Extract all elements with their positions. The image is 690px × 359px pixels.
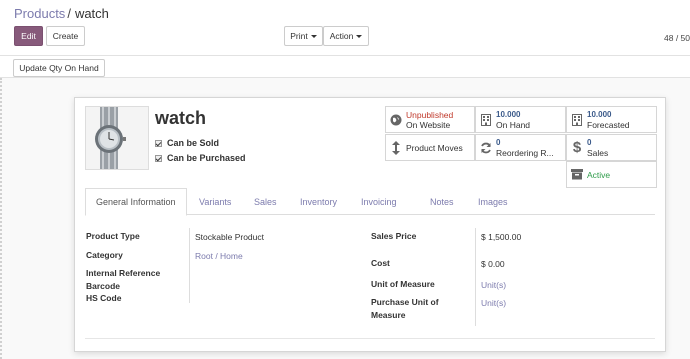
action-dropdown[interactable]: Action — [323, 26, 369, 46]
product-image[interactable] — [85, 106, 149, 170]
form-sheet: watch Can be Sold Can be Purchased Unpub… — [74, 97, 666, 352]
dollar-icon: $ — [572, 139, 582, 156]
field-divider — [475, 228, 476, 326]
reordering-value: 0 — [496, 137, 501, 147]
hs-code-label: HS Code — [86, 293, 122, 303]
purchase-uom-label-line2: Measure — [371, 310, 406, 320]
action-label: Action — [329, 31, 354, 41]
tab-invoicing[interactable]: Invoicing — [351, 188, 407, 215]
website-status: Unpublished — [406, 109, 454, 120]
product-type-value[interactable]: Stockable Product — [195, 232, 264, 242]
update-qty-button[interactable]: Update Qty On Hand — [13, 59, 105, 77]
product-moves-smart-button[interactable]: Product Moves — [385, 134, 475, 161]
forecasted-smart-button[interactable]: 10.000 Forecasted — [566, 106, 657, 133]
globe-icon — [386, 114, 406, 126]
purchase-uom-link[interactable]: Unit(s) — [481, 298, 506, 308]
section-divider — [85, 338, 655, 339]
caret-down-icon — [356, 34, 363, 38]
print-dropdown[interactable]: Print — [284, 26, 323, 46]
vertical-arrows-icon — [386, 140, 406, 155]
uom-label: Unit of Measure — [371, 279, 435, 289]
product-type-label: Product Type — [86, 231, 140, 241]
cost-value[interactable]: $ 0.00 — [481, 259, 505, 269]
can-be-purchased-checkbox[interactable] — [155, 154, 162, 162]
notebook-tabs: General Information Variants Sales Inven… — [85, 188, 655, 216]
tab-notes[interactable]: Notes — [420, 188, 464, 215]
uom-link[interactable]: Unit(s) — [481, 280, 506, 290]
active-toggle-button[interactable]: Active — [566, 161, 657, 188]
refresh-icon — [476, 142, 496, 154]
sales-price-value[interactable]: $ 1,500.00 — [481, 232, 521, 242]
reordering-smart-button[interactable]: 0 Reordering R... — [475, 134, 566, 161]
forecasted-value: 10.000 — [587, 109, 612, 119]
sales-value: 0 — [587, 137, 592, 147]
sales-label: Sales — [587, 147, 609, 158]
category-link[interactable]: Root / Home — [195, 251, 243, 261]
pager-value[interactable]: 48 / 50 — [664, 33, 690, 43]
product-moves-label: Product Moves — [406, 142, 463, 153]
can-be-sold-checkbox[interactable] — [155, 139, 162, 147]
archive-icon — [567, 169, 587, 180]
tab-images[interactable]: Images — [468, 188, 518, 215]
tab-inventory[interactable]: Inventory — [290, 188, 347, 215]
breadcrumb-separator: / — [67, 6, 71, 21]
tab-sales[interactable]: Sales — [244, 188, 287, 215]
can-be-sold-row[interactable]: Can be Sold — [155, 138, 219, 148]
sales-smart-button[interactable]: $ 0 Sales — [566, 134, 657, 161]
internal-reference-label: Internal Reference — [86, 268, 161, 278]
barcode-label: Barcode — [86, 281, 121, 291]
tab-variants[interactable]: Variants — [189, 188, 241, 215]
active-label: Active — [587, 169, 611, 180]
create-button[interactable]: Create — [46, 26, 85, 46]
caret-down-icon — [310, 34, 317, 38]
can-be-sold-label: Can be Sold — [167, 138, 220, 148]
sales-price-label: Sales Price — [371, 231, 417, 241]
on-hand-label: On Hand — [496, 119, 531, 130]
website-label: On Website — [406, 119, 451, 130]
reordering-label: Reordering R... — [496, 147, 554, 158]
purchase-uom-label-line1: Purchase Unit of — [371, 297, 439, 307]
breadcrumb: Products / watch — [14, 6, 109, 21]
print-label: Print — [290, 31, 308, 41]
statusbar: Update Qty On Hand — [0, 55, 690, 78]
on-hand-value: 10.000 — [496, 109, 521, 119]
breadcrumb-products-link[interactable]: Products — [14, 6, 65, 21]
cost-label: Cost — [371, 258, 390, 268]
control-panel: Products / watch Edit Create Print Action … — [0, 0, 690, 78]
forecasted-label: Forecasted — [587, 119, 630, 130]
building-icon — [567, 113, 587, 126]
can-be-purchased-row[interactable]: Can be Purchased — [155, 153, 246, 163]
breadcrumb-current: watch — [74, 6, 109, 21]
tab-general-information[interactable]: General Information — [85, 188, 187, 216]
on-hand-smart-button[interactable]: 10.000 On Hand — [475, 106, 566, 133]
edit-button[interactable]: Edit — [14, 26, 43, 46]
building-icon — [476, 113, 496, 126]
category-label: Category — [86, 250, 123, 260]
field-divider — [189, 228, 190, 303]
watch-image-icon — [86, 107, 148, 169]
product-name[interactable]: watch — [155, 108, 206, 129]
can-be-purchased-label: Can be Purchased — [167, 153, 246, 163]
website-smart-button[interactable]: Unpublished On Website — [385, 106, 475, 133]
